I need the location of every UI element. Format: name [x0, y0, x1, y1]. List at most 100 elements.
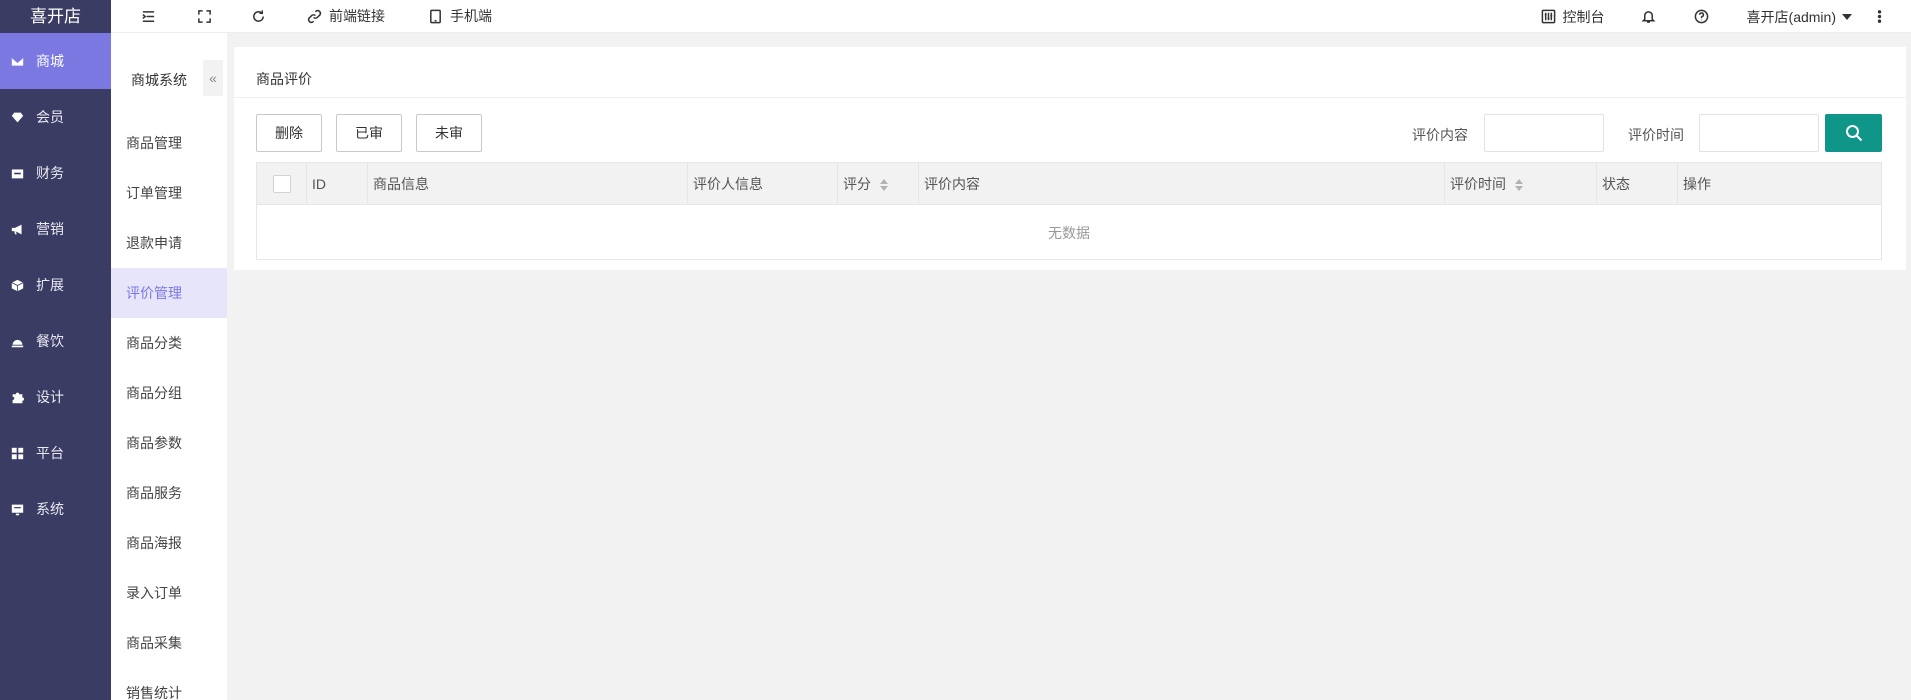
sidebar-item-mall[interactable]: 商城 — [0, 33, 111, 89]
sub-item-product-collect[interactable]: 商品采集 — [111, 618, 227, 668]
fullscreen-button[interactable] — [197, 0, 212, 33]
menu-toggle-button[interactable] — [141, 0, 156, 33]
sidebar-item-platform[interactable]: 平台 — [0, 425, 111, 481]
sidebar-item-label: 营销 — [36, 221, 64, 237]
console-label: 控制台 — [1562, 8, 1605, 25]
select-all-cell — [257, 163, 307, 205]
sub-item-order-management[interactable]: 订单管理 — [111, 168, 227, 218]
time-filter-input[interactable] — [1699, 114, 1819, 152]
sub-item-refund-request[interactable]: 退款申请 — [111, 218, 227, 268]
sidebar-item-label: 平台 — [36, 445, 64, 461]
bell-icon — [1641, 11, 1655, 23]
sub-sidebar: 商城系统 « 商品管理 订单管理 退款申请 评价管理 商品分类 商品分组 商品参… — [111, 0, 227, 700]
header-right-group: 控制台 喜开店(admin) — [1541, 0, 1911, 33]
delete-button[interactable]: 删除 — [256, 114, 322, 152]
unreviewed-button[interactable]: 未审 — [416, 114, 482, 152]
notification-button[interactable] — [1641, 0, 1656, 33]
frontend-link-button[interactable]: 前端链接 — [307, 0, 385, 33]
refresh-icon — [253, 9, 264, 22]
sidebar-item-label: 扩展 — [36, 277, 64, 293]
top-header: 前端链接 手机端 控制台 喜开店(admin) — [111, 0, 1911, 33]
select-all-checkbox[interactable] — [273, 175, 291, 193]
search-icon — [1845, 125, 1862, 142]
user-menu[interactable]: 喜开店(admin) — [1747, 0, 1852, 33]
sidebar-item-marketing[interactable]: 营销 — [0, 201, 111, 257]
sub-item-product-category[interactable]: 商品分类 — [111, 318, 227, 368]
content-filter-input[interactable] — [1484, 114, 1604, 152]
column-score-label: 评分 — [843, 176, 871, 192]
wallet-icon — [11, 168, 24, 178]
sidebar-item-catering[interactable]: 餐饮 — [0, 313, 111, 369]
sidebar-item-system[interactable]: 系统 — [0, 481, 111, 537]
puzzle-icon — [12, 392, 24, 403]
table-header: ID 商品信息 评价人信息 评分 评价内容 评价时间 状态 操作 — [257, 163, 1881, 205]
sidebar-item-label: 商城 — [36, 53, 64, 69]
more-vertical-icon — [1877, 10, 1882, 23]
search-button[interactable] — [1825, 114, 1882, 152]
sidebar-item-label: 设计 — [36, 389, 64, 405]
tablet-icon — [430, 9, 441, 23]
sidebar-item-extension[interactable]: 扩展 — [0, 257, 111, 313]
fullscreen-icon — [198, 9, 211, 23]
sidebar-item-finance[interactable]: 财务 — [0, 145, 111, 201]
sub-item-review-management[interactable]: 评价管理 — [111, 268, 227, 318]
help-button[interactable] — [1694, 0, 1709, 33]
column-action: 操作 — [1683, 176, 1711, 192]
time-filter-label: 评价时间 — [1628, 127, 1684, 143]
sub-item-enter-order[interactable]: 录入订单 — [111, 568, 227, 618]
content-filter-label: 评价内容 — [1412, 127, 1468, 143]
sort-icon[interactable] — [879, 178, 889, 192]
sidebar-item-label: 会员 — [36, 109, 64, 125]
column-content: 评价内容 — [919, 163, 1445, 205]
column-score[interactable]: 评分 — [838, 163, 919, 205]
sub-sidebar-title: 商城系统 — [131, 72, 187, 88]
sub-item-product-service[interactable]: 商品服务 — [111, 468, 227, 518]
grid-icon — [11, 447, 24, 459]
sidebar-item-label: 餐饮 — [36, 333, 64, 349]
monitor-icon — [11, 504, 24, 515]
main-content-card: 商品评价 删除 已审 未审 评价内容 评价时间 ID 商品信息 评价人信息 评分… — [234, 47, 1906, 270]
user-name: 喜开店(admin) — [1746, 8, 1836, 25]
reviewed-button[interactable]: 已审 — [336, 114, 402, 152]
app-logo[interactable]: 喜开店 — [0, 0, 111, 33]
main-sidebar: 喜开店 商城 会员 财务 营销 扩展 餐饮 设计 平台 系统 — [0, 0, 111, 700]
console-button[interactable]: 控制台 — [1541, 0, 1605, 33]
sub-item-product-params[interactable]: 商品参数 — [111, 418, 227, 468]
sub-item-sales-stats[interactable]: 销售统计 — [111, 668, 227, 700]
column-time-label: 评价时间 — [1450, 176, 1506, 192]
sub-item-product-group[interactable]: 商品分组 — [111, 368, 227, 418]
more-button[interactable] — [1872, 0, 1887, 33]
mobile-button[interactable]: 手机端 — [428, 0, 492, 33]
sub-item-product-management[interactable]: 商品管理 — [111, 118, 227, 168]
sliders-icon — [1541, 9, 1555, 24]
refresh-button[interactable] — [251, 0, 266, 33]
column-id: ID — [307, 163, 368, 205]
sidebar-item-label: 系统 — [36, 501, 64, 517]
column-time[interactable]: 评价时间 — [1445, 163, 1597, 205]
caret-down-icon — [1842, 13, 1852, 20]
empty-state: 无数据 — [1048, 225, 1090, 241]
dish-icon — [11, 339, 24, 347]
link-icon — [307, 9, 322, 23]
mobile-label: 手机端 — [450, 8, 492, 24]
sidebar-item-design[interactable]: 设计 — [0, 369, 111, 425]
page-title: 商品评价 — [256, 71, 312, 87]
indent-icon — [142, 10, 155, 22]
collapse-sidebar-button[interactable]: « — [203, 60, 223, 96]
sidebar-item-label: 财务 — [36, 165, 64, 181]
mail-icon — [11, 56, 24, 66]
sort-icon[interactable] — [1514, 178, 1524, 192]
help-icon — [1694, 9, 1708, 24]
sub-item-product-poster[interactable]: 商品海报 — [111, 518, 227, 568]
sidebar-item-member[interactable]: 会员 — [0, 89, 111, 145]
frontend-link-label: 前端链接 — [329, 8, 385, 24]
gem-icon — [11, 112, 24, 122]
column-product: 商品信息 — [368, 163, 688, 205]
sub-sidebar-list: 商品管理 订单管理 退款申请 评价管理 商品分类 商品分组 商品参数 商品服务 … — [111, 118, 227, 700]
column-status: 状态 — [1597, 163, 1678, 205]
column-reviewer: 评价人信息 — [688, 163, 838, 205]
box-icon — [11, 279, 24, 291]
review-table: ID 商品信息 评价人信息 评分 评价内容 评价时间 状态 操作 无数据 — [256, 162, 1882, 260]
title-divider — [234, 97, 1906, 98]
megaphone-icon — [11, 224, 22, 234]
